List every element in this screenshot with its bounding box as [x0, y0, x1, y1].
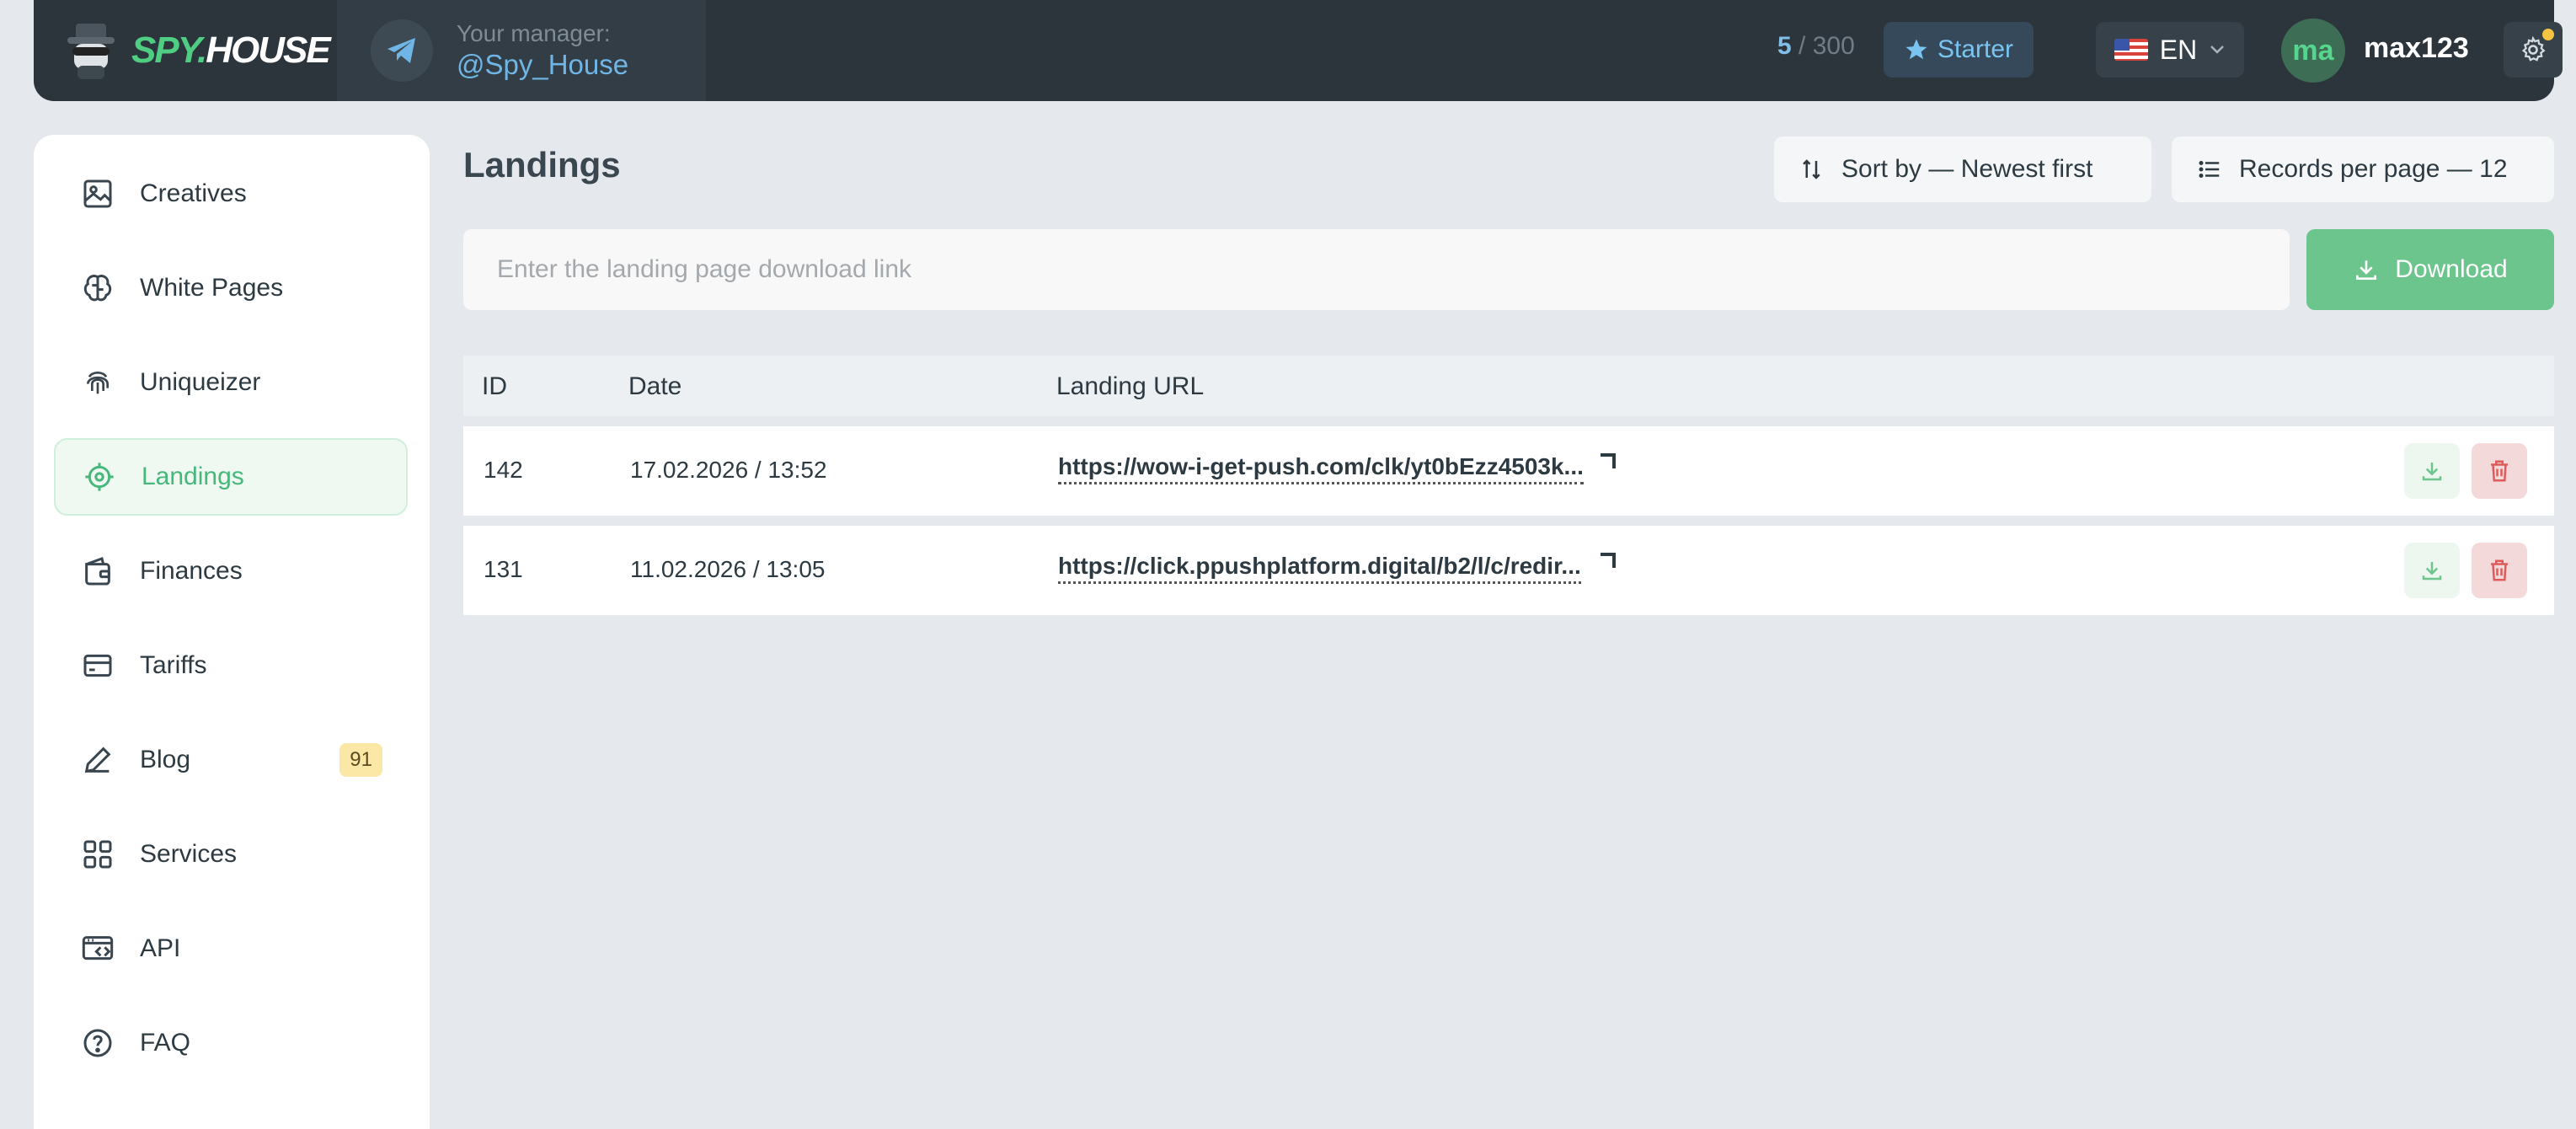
wallet-icon	[85, 557, 110, 586]
row-landing-url-link[interactable]: https://wow-i-get-push.com/clk/yt0bEzz45…	[1058, 453, 1584, 484]
sidebar-item-label: Tariffs	[140, 651, 207, 679]
sidebar-item-label: Creatives	[140, 179, 247, 207]
external-link-icon[interactable]	[1601, 453, 1616, 468]
table-row: 131 11.02.2026 / 13:05 https://click.ppu…	[463, 526, 2554, 615]
sidebar-item-label: FAQ	[140, 1029, 191, 1057]
sidebar-item-label: Blog	[140, 746, 191, 773]
row-delete-button[interactable]	[2472, 543, 2527, 598]
star-icon	[1905, 39, 1927, 60]
page-title: Landings	[463, 145, 621, 185]
counter-used: 5	[1777, 32, 1792, 60]
sidebar-item-label: Finances	[140, 557, 243, 585]
sidebar-item-label: Landings	[142, 463, 244, 490]
row-date: 17.02.2026 / 13:52	[630, 457, 827, 483]
usage-counter: 5 / 300	[1777, 32, 1855, 61]
sort-select[interactable]: Sort by — Newest first	[1774, 136, 2151, 202]
logo-part-house: HOUSE	[206, 29, 330, 71]
sidebar-item-label: Services	[140, 840, 238, 868]
row-landing-url-link[interactable]: https://click.ppushplatform.digital/b2/l…	[1058, 553, 1581, 584]
external-link-icon[interactable]	[1601, 553, 1616, 568]
row-id: 131	[484, 556, 523, 582]
chevron-down-icon	[2210, 45, 2225, 54]
sidebar-item-finances[interactable]: Finances	[54, 532, 408, 610]
counter-total: / 300	[1798, 32, 1855, 60]
trash-icon	[2491, 460, 2508, 482]
download-icon	[2356, 260, 2377, 280]
sidebar-item-label: White Pages	[140, 274, 284, 302]
target-icon	[85, 463, 114, 491]
download-icon	[2422, 562, 2442, 581]
top-header: SPY.HOUSE Your manager: @Spy_House 5 / 3…	[34, 0, 2563, 101]
row-download-button[interactable]	[2404, 443, 2460, 499]
card-icon	[83, 654, 112, 677]
avatar[interactable]: ma	[2281, 19, 2345, 83]
sort-icon	[1803, 159, 1820, 179]
landing-url-input[interactable]	[463, 229, 2290, 310]
sidebar-item-creatives[interactable]: Creatives	[54, 155, 408, 233]
download-icon	[2422, 463, 2442, 481]
per-page-select[interactable]: Records per page — 12	[2172, 136, 2554, 202]
manager-handle-link[interactable]: @Spy_House	[457, 48, 628, 82]
manager-contact[interactable]: Your manager: @Spy_House	[337, 0, 706, 101]
api-icon	[82, 936, 114, 960]
pen-icon	[84, 746, 111, 773]
row-delete-button[interactable]	[2472, 443, 2527, 499]
logo-text: SPY.HOUSE	[131, 29, 331, 72]
row-id: 142	[484, 457, 523, 483]
sidebar-item-faq[interactable]: FAQ	[54, 1004, 408, 1082]
language-select[interactable]: EN	[2096, 22, 2244, 78]
gear-icon	[2521, 35, 2546, 62]
logo-part-spy: SPY.	[131, 29, 207, 71]
sidebar-item-api[interactable]: API	[54, 910, 408, 987]
brain-icon	[83, 275, 112, 302]
list-icon	[2199, 161, 2220, 178]
help-icon	[83, 1029, 112, 1057]
telegram-icon	[371, 19, 433, 82]
download-button[interactable]: Download	[2306, 229, 2554, 310]
fingerprint-icon	[87, 372, 109, 394]
sidebar-item-services[interactable]: Services	[54, 816, 408, 893]
sidebar: Creatives White Pages Uniqueizer Landing…	[34, 135, 430, 1129]
sort-label: Sort by — Newest first	[1841, 155, 2093, 183]
us-flag-icon	[2114, 39, 2148, 61]
notification-dot	[2542, 29, 2554, 40]
sidebar-item-blog[interactable]: Blog 91	[54, 721, 408, 799]
table-header: ID Date Landing URL	[463, 356, 2554, 416]
row-download-button[interactable]	[2404, 543, 2460, 598]
table-row: 142 17.02.2026 / 13:52 https://wow-i-get…	[463, 426, 2554, 516]
settings-button[interactable]	[2504, 22, 2563, 78]
row-date: 11.02.2026 / 13:05	[630, 556, 826, 582]
username[interactable]: max123	[2364, 32, 2469, 65]
column-header-date[interactable]: Date	[628, 372, 681, 401]
grid-icon	[83, 840, 112, 869]
sidebar-item-white-pages[interactable]: White Pages	[54, 249, 408, 327]
sidebar-item-label: API	[140, 934, 181, 962]
trash-icon	[2491, 559, 2508, 581]
column-header-id[interactable]: ID	[482, 372, 507, 401]
language-label: EN	[2159, 34, 2198, 65]
plan-button[interactable]: Starter	[1884, 22, 2034, 78]
plan-label: Starter	[1937, 35, 2014, 63]
sidebar-item-uniqueizer[interactable]: Uniqueizer	[54, 344, 408, 421]
spy-mascot-icon	[67, 24, 115, 79]
manager-label: Your manager:	[457, 20, 611, 47]
download-label: Download	[2395, 255, 2508, 283]
per-page-label: Records per page — 12	[2239, 155, 2508, 183]
image-icon	[83, 179, 112, 208]
sidebar-item-tariffs[interactable]: Tariffs	[54, 627, 408, 704]
sidebar-item-landings[interactable]: Landings	[54, 438, 408, 516]
logo[interactable]: SPY.HOUSE	[64, 19, 331, 83]
column-header-landing-url: Landing URL	[1056, 372, 1205, 400]
sidebar-item-label: Uniqueizer	[140, 368, 261, 396]
blog-count-badge: 91	[339, 743, 382, 777]
